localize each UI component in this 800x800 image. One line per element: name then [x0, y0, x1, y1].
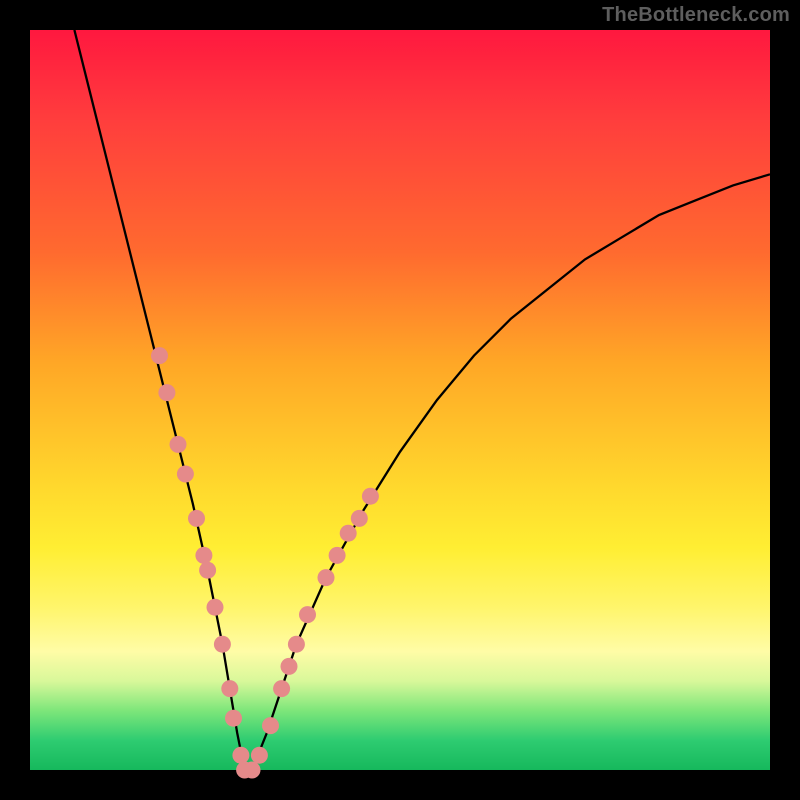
curve-marker	[281, 658, 298, 675]
curve-marker	[340, 525, 357, 542]
curve-marker	[318, 569, 335, 586]
curve-marker	[232, 747, 249, 764]
bottleneck-curve	[74, 30, 770, 770]
chart-container: TheBottleneck.com	[0, 0, 800, 800]
curve-marker	[299, 606, 316, 623]
curve-marker	[244, 762, 261, 779]
curve-marker	[351, 510, 368, 527]
curve-marker	[251, 747, 268, 764]
curve-marker	[207, 599, 224, 616]
curve-marker	[273, 680, 290, 697]
curve-marker	[151, 347, 168, 364]
chart-svg	[30, 30, 770, 770]
curve-marker	[214, 636, 231, 653]
curve-marker	[362, 488, 379, 505]
curve-marker	[158, 384, 175, 401]
curve-marker	[188, 510, 205, 527]
curve-marker	[262, 717, 279, 734]
curve-marker	[177, 466, 194, 483]
curve-marker	[225, 710, 242, 727]
curve-marker	[199, 562, 216, 579]
curve-markers	[151, 347, 379, 778]
curve-marker	[288, 636, 305, 653]
curve-marker	[221, 680, 238, 697]
curve-marker	[329, 547, 346, 564]
curve-marker	[195, 547, 212, 564]
watermark-text: TheBottleneck.com	[602, 4, 790, 27]
curve-marker	[170, 436, 187, 453]
